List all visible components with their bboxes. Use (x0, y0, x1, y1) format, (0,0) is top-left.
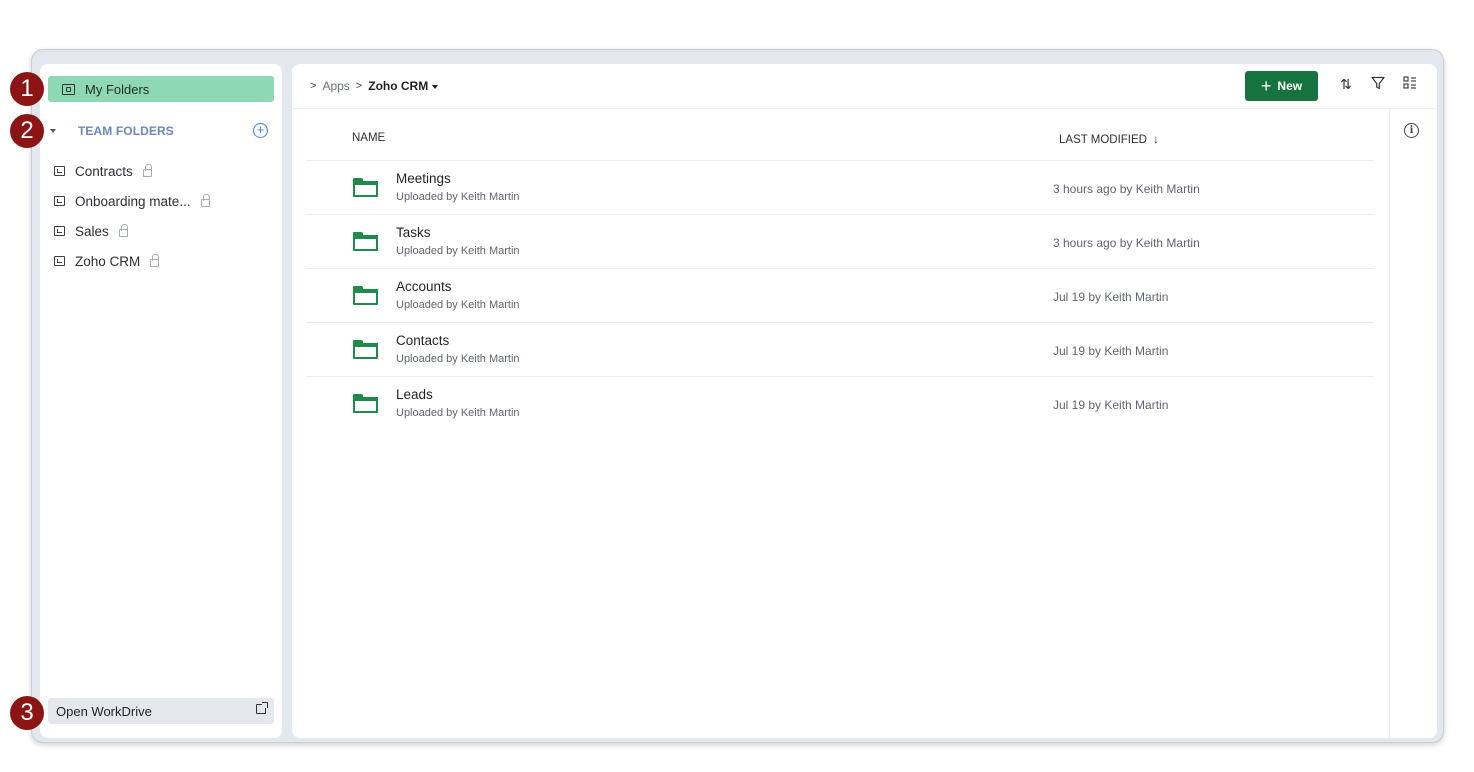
add-team-folder-icon[interactable]: + (253, 123, 268, 138)
folder-icon (353, 232, 378, 251)
team-folder-icon (54, 256, 65, 266)
row-name[interactable]: Contacts (396, 333, 449, 348)
row-modified: Jul 19 by Keith Martin (1053, 344, 1169, 358)
folder-icon (353, 286, 378, 305)
row-modified: 3 hours ago by Keith Martin (1053, 182, 1200, 196)
table-row[interactable]: Accounts Uploaded by Keith Martin Jul 19… (306, 269, 1374, 323)
app-window: My Folders TEAM FOLDERS + Contracts Onbo… (31, 49, 1444, 743)
sidebar-item-onboarding[interactable]: Onboarding mate... (54, 186, 210, 216)
row-subtitle: Uploaded by Keith Martin (396, 299, 520, 311)
main-panel: > Apps > Zoho CRM + New ⇅ NAME LAST MODI… (292, 64, 1437, 738)
table-row[interactable]: Meetings Uploaded by Keith Martin 3 hour… (306, 161, 1374, 215)
row-name[interactable]: Leads (396, 387, 433, 402)
caret-down-icon[interactable] (50, 129, 56, 133)
new-button[interactable]: + New (1245, 71, 1318, 101)
row-subtitle: Uploaded by Keith Martin (396, 191, 520, 203)
lock-icon (142, 164, 152, 177)
callout-badge-3: 3 (10, 696, 44, 730)
sidebar-item-sales[interactable]: Sales (54, 216, 210, 246)
row-subtitle: Uploaded by Keith Martin (396, 407, 520, 419)
column-header-name[interactable]: NAME (352, 132, 385, 144)
chevron-right-icon: > (355, 80, 363, 92)
external-link-icon (256, 702, 268, 714)
list-view-icon[interactable] (1401, 76, 1419, 96)
info-icon[interactable]: i (1404, 123, 1419, 138)
sort-icon[interactable]: ⇅ (1337, 76, 1355, 96)
team-folder-label: Zoho CRM (75, 253, 141, 269)
column-header-last-modified-label: LAST MODIFIED (1059, 134, 1147, 146)
column-header-last-modified[interactable]: LAST MODIFIED ↓ (1059, 132, 1159, 146)
lock-icon (150, 254, 160, 267)
breadcrumb-apps[interactable]: Apps (322, 79, 349, 93)
callout-badge-1: 1 (10, 72, 44, 106)
team-folder-icon (54, 226, 65, 236)
team-folder-label: Onboarding mate... (75, 193, 191, 209)
folder-icon (353, 178, 378, 197)
my-folder-icon (62, 83, 75, 95)
filter-icon[interactable] (1369, 76, 1387, 96)
row-modified: Jul 19 by Keith Martin (1053, 398, 1169, 412)
callout-badge-2: 2 (10, 114, 44, 148)
sidebar-item-contracts[interactable]: Contracts (54, 156, 210, 186)
table-header: NAME LAST MODIFIED ↓ (306, 109, 1374, 161)
open-workdrive-button[interactable]: Open WorkDrive (48, 698, 274, 724)
table-row[interactable]: Tasks Uploaded by Keith Martin 3 hours a… (306, 215, 1374, 269)
chevron-right-icon: > (310, 80, 317, 92)
sidebar-item-zoho-crm[interactable]: Zoho CRM (54, 246, 210, 276)
info-divider (1389, 109, 1390, 738)
lock-icon (118, 224, 128, 237)
team-folder-label: Contracts (75, 163, 133, 179)
folder-icon (353, 394, 378, 413)
team-folder-icon (54, 166, 65, 176)
row-name[interactable]: Accounts (396, 279, 452, 294)
lock-icon (200, 194, 210, 207)
folder-icon (353, 340, 378, 359)
row-name[interactable]: Meetings (396, 171, 451, 186)
plus-icon: + (1260, 76, 1272, 96)
team-folder-icon (54, 196, 65, 206)
sidebar: My Folders TEAM FOLDERS + Contracts Onbo… (40, 64, 282, 738)
breadcrumb-current[interactable]: Zoho CRM (368, 79, 428, 93)
new-button-label: New (1277, 79, 1303, 93)
sidebar-item-label: My Folders (85, 81, 150, 97)
table-row[interactable]: Contacts Uploaded by Keith Martin Jul 19… (306, 323, 1374, 377)
row-subtitle: Uploaded by Keith Martin (396, 353, 520, 365)
file-table: NAME LAST MODIFIED ↓ Meetings Uploaded by… (306, 109, 1374, 431)
row-modified: Jul 19 by Keith Martin (1053, 290, 1169, 304)
toolbar: > Apps > Zoho CRM + New ⇅ (292, 64, 1437, 109)
team-folder-label: Sales (75, 223, 109, 239)
open-workdrive-label: Open WorkDrive (56, 703, 152, 719)
table-row[interactable]: Leads Uploaded by Keith Martin Jul 19 by… (306, 377, 1374, 431)
team-folder-list: Contracts Onboarding mate... Sales Zoho … (54, 156, 210, 276)
sidebar-item-my-folders[interactable]: My Folders (48, 76, 274, 102)
row-name[interactable]: Tasks (396, 225, 431, 240)
caret-down-icon[interactable] (432, 85, 439, 89)
breadcrumb: > Apps > Zoho CRM (310, 79, 439, 93)
row-modified: 3 hours ago by Keith Martin (1053, 236, 1200, 250)
team-folders-label: TEAM FOLDERS (78, 124, 174, 138)
team-folders-header[interactable]: TEAM FOLDERS + (48, 122, 274, 140)
row-subtitle: Uploaded by Keith Martin (396, 245, 520, 257)
arrow-down-icon: ↓ (1152, 132, 1159, 146)
